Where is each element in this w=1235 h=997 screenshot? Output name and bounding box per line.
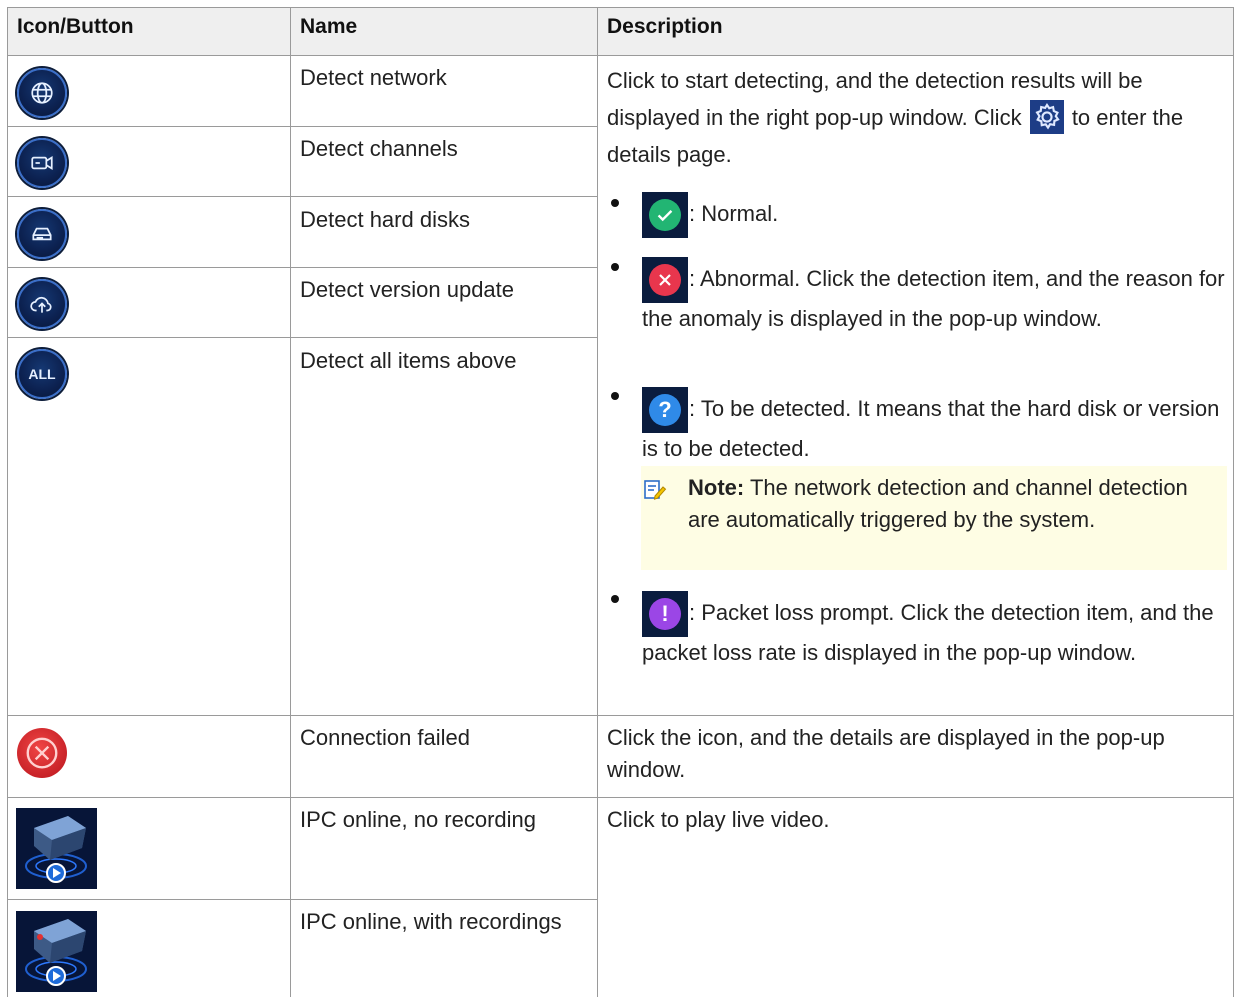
status-packet-loss: !: Packet loss prompt. Click the detecti…: [632, 591, 1232, 669]
question-icon: ?: [642, 387, 688, 433]
cross-icon: [642, 257, 688, 303]
row-name-detect-channels: Detect channels: [300, 136, 458, 161]
header-name: Name: [290, 7, 597, 55]
note-icon: [644, 480, 667, 500]
row-name-detect-network: Detect network: [300, 65, 447, 90]
status-abnormal-text: : Abnormal. Click the detection item, an…: [642, 265, 1225, 331]
status-abnormal: : Abnormal. Click the detection item, an…: [632, 257, 1232, 335]
check-icon: [642, 192, 688, 238]
bullet: [611, 263, 619, 271]
table-border: [1233, 7, 1234, 997]
header-icon-button: Icon/Button: [7, 7, 290, 55]
globe-icon[interactable]: [17, 68, 67, 118]
status-normal-text: : Normal.: [689, 200, 779, 226]
table-border: [7, 7, 8, 997]
table-border: [597, 7, 598, 997]
table-border: [7, 337, 597, 338]
ipc-online-with-recordings-icon[interactable]: [16, 911, 97, 992]
ipc-online-no-recording-icon[interactable]: [16, 808, 97, 889]
table-border: [7, 196, 597, 197]
row-name-detect-version-update: Detect version update: [300, 277, 515, 302]
status-to-be-detected: ?: To be detected. It means that the har…: [632, 387, 1232, 465]
table-border: [7, 126, 597, 127]
hard-disk-icon[interactable]: [17, 209, 67, 259]
table-border: [7, 267, 597, 268]
note-box: Note: The network detection and channel …: [641, 466, 1227, 570]
status-normal: : Normal.: [632, 192, 1232, 238]
detect-intro: Click to start detecting, and the detect…: [597, 62, 1234, 173]
all-icon-label: ALL: [28, 366, 56, 382]
table-border: [7, 797, 1234, 798]
status-to-be-detected-text: : To be detected. It means that the hard…: [642, 395, 1220, 461]
table-border: [7, 715, 1234, 716]
desc-play-live-video: Click to play live video.: [607, 807, 830, 832]
desc-connection-failed: Click the icon, and the details are disp…: [607, 725, 1165, 782]
row-name-ipc-with-recordings: IPC online, with recordings: [300, 909, 562, 934]
row-name-detect-all: Detect all items above: [300, 348, 517, 373]
note-text: The network detection and channel detect…: [688, 475, 1188, 532]
table-border: [7, 55, 1234, 56]
video-camera-icon[interactable]: [17, 138, 67, 188]
status-packet-loss-text: : Packet loss prompt. Click the detectio…: [642, 599, 1214, 665]
note-label: Note:: [688, 475, 745, 500]
connection-failed-icon[interactable]: [17, 728, 67, 778]
exclamation-icon: !: [642, 591, 688, 637]
row-name-ipc-no-recording: IPC online, no recording: [300, 807, 537, 832]
gear-icon: [1029, 100, 1064, 135]
header-description: Description: [597, 7, 1234, 55]
table-border: [7, 899, 597, 900]
row-name-connection-failed: Connection failed: [300, 725, 471, 750]
bullet: [611, 199, 619, 207]
table-border: [290, 7, 291, 997]
bullet: [611, 392, 619, 400]
table-border: [7, 7, 1234, 8]
all-icon[interactable]: ALL: [17, 349, 67, 399]
row-name-detect-hard-disks: Detect hard disks: [300, 207, 470, 232]
bullet: [611, 595, 619, 603]
icon-table: Icon/Button Name Description ALL Detect …: [7, 7, 1234, 997]
cloud-upload-icon[interactable]: [17, 279, 67, 329]
